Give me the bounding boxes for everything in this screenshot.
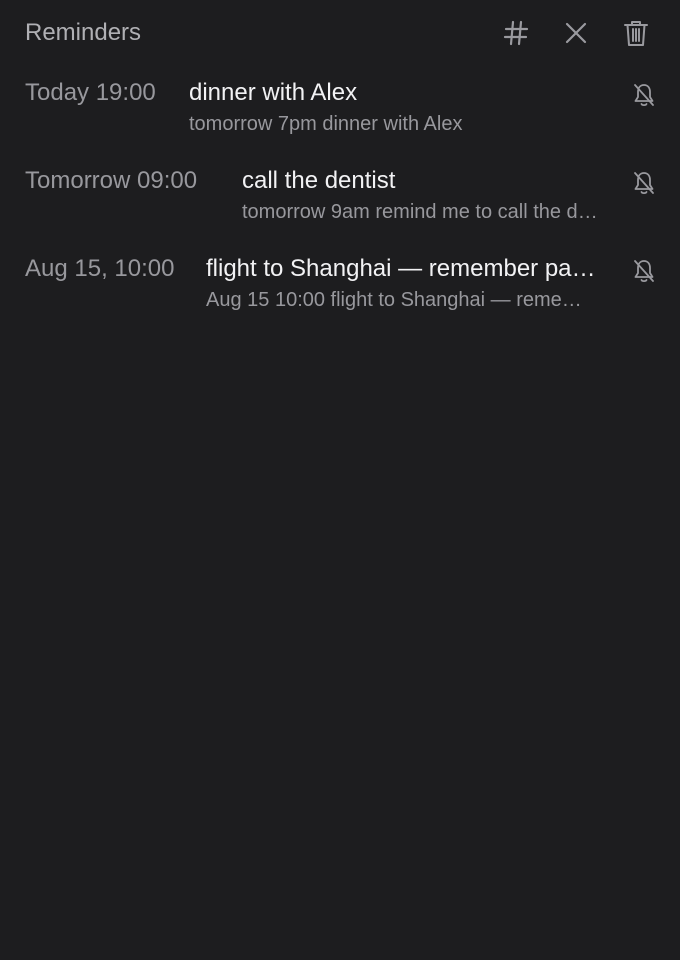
bell-off-icon — [634, 84, 654, 107]
delete-all-button[interactable] — [619, 16, 653, 50]
reminder-title: flight to Shanghai — remember passport — [206, 255, 598, 282]
panel-title: Reminders — [25, 19, 142, 46]
trash-icon — [624, 21, 648, 46]
reminder-item[interactable]: Aug 15, 10:00 flight to Shanghai — remem… — [0, 242, 680, 330]
panel-header: Reminders — [0, 0, 680, 66]
reminders-panel: Reminders Today 19:00 dinner with Alex t… — [0, 0, 680, 960]
reminder-time: Today 19:00 — [25, 79, 156, 106]
bell-off-icon — [634, 260, 654, 283]
reminder-title: call the dentist — [242, 167, 396, 194]
reminder-list: Today 19:00 dinner with Alex tomorrow 7p… — [0, 66, 680, 330]
hash-icon — [503, 20, 529, 46]
mute-reminder-button[interactable] — [630, 169, 658, 197]
reminder-body: call the dentist tomorrow 9am remind me … — [242, 166, 598, 225]
reminder-body: flight to Shanghai — remember passport A… — [206, 254, 598, 313]
reminder-source-text: tomorrow 7pm dinner with Alex — [189, 113, 463, 135]
reminder-time: Tomorrow 09:00 — [25, 167, 198, 194]
reminder-title: dinner with Alex — [189, 79, 358, 106]
reminder-source-text: Aug 15 10:00 flight to Shanghai — rememb… — [206, 289, 598, 311]
reminder-item[interactable]: Tomorrow 09:00 call the dentist tomorrow… — [0, 154, 680, 242]
reminder-body: dinner with Alex tomorrow 7pm dinner wit… — [189, 78, 598, 137]
close-icon — [565, 22, 587, 44]
reminder-time: Aug 15, 10:00 — [25, 255, 175, 282]
reminder-source-text: tomorrow 9am remind me to call the denti… — [242, 201, 598, 223]
close-button[interactable] — [559, 16, 593, 50]
mute-reminder-button[interactable] — [630, 81, 658, 109]
tag-button[interactable] — [499, 16, 533, 50]
reminder-item[interactable]: Today 19:00 dinner with Alex tomorrow 7p… — [0, 66, 680, 154]
mute-reminder-button[interactable] — [630, 257, 658, 285]
bell-off-icon — [634, 172, 654, 195]
